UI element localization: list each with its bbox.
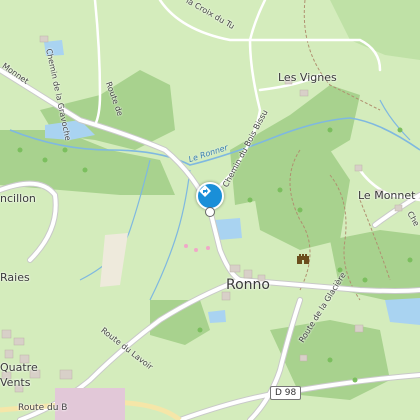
- map-canvas[interactable]: la Croix du Tu Chemin de la Gravoche Les…: [0, 0, 420, 420]
- label-quatre: Quatre: [0, 361, 38, 374]
- label-raies: Raies: [0, 271, 30, 284]
- label-route-du-b: Route du B: [18, 403, 68, 413]
- road-shield-d98: D 98: [270, 386, 302, 400]
- turn-arrow-icon: [199, 185, 211, 197]
- label-ancillon: ncillon: [0, 192, 36, 205]
- marker-anchor-icon: [205, 207, 215, 217]
- label-le-monnet: Le Monnet: [358, 189, 416, 202]
- label-vents: Vents: [0, 376, 31, 389]
- directions-marker-icon[interactable]: [196, 182, 224, 210]
- label-les-vignes: Les Vignes: [278, 71, 337, 84]
- label-ronno: Ronno: [226, 277, 270, 293]
